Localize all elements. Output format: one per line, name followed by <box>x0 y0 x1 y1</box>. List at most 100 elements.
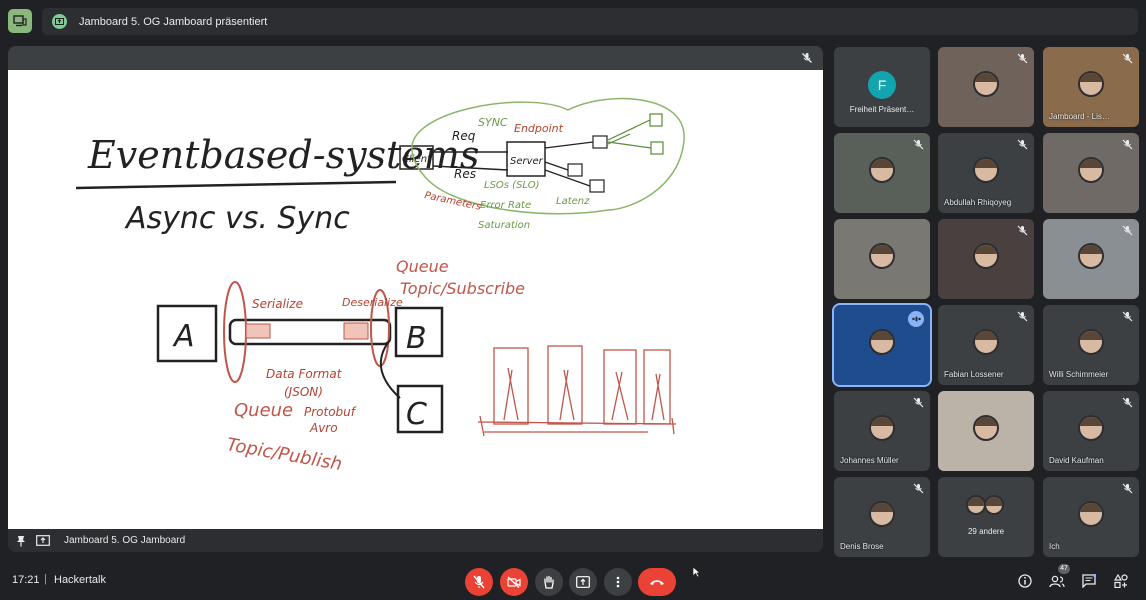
participant-tile-me[interactable]: Ich <box>1043 477 1139 557</box>
mic-muted-icon <box>913 397 924 408</box>
side-panel-button[interactable] <box>8 9 32 33</box>
mic-muted-icon <box>1122 311 1133 322</box>
participant-tile-others[interactable]: 29 andere <box>938 477 1034 557</box>
wb-box-a: A <box>172 319 195 354</box>
chat-button[interactable] <box>1080 572 1098 590</box>
raise-hand-icon <box>544 575 554 589</box>
mic-muted-icon <box>1122 139 1133 150</box>
participant-tile-abdullah[interactable]: Abdullah Rhiqoyeg <box>938 133 1034 213</box>
wb-metric-0: LSOs (SLO) <box>484 180 539 191</box>
mic-muted-icon <box>1017 311 1028 322</box>
participant-tile-david[interactable]: David Kaufman <box>1043 391 1139 471</box>
microphone-button[interactable] <box>465 568 493 596</box>
participant-name: Ich <box>1049 542 1060 551</box>
hang-up-icon <box>650 580 664 585</box>
avatar <box>869 329 895 355</box>
participant-name: Jamboard - Lis… <box>1049 112 1110 121</box>
avatar <box>973 329 999 355</box>
avatar <box>984 495 1004 515</box>
avatar <box>1078 415 1104 441</box>
participant-count-badge: 47 <box>1058 564 1070 574</box>
jamboard-whiteboard[interactable]: Eventbased-systems Async vs. Sync Client… <box>8 70 823 529</box>
more-vert-icon <box>616 576 620 588</box>
meeting-name: Hackertalk <box>54 574 106 586</box>
avatar <box>1078 501 1104 527</box>
wb-client: Client <box>402 154 432 165</box>
banner-text: Jamboard 5. OG Jamboard präsentiert <box>79 15 268 28</box>
avatar <box>966 495 986 515</box>
meet-window: Jamboard 5. OG Jamboard präsentiert Even… <box>0 0 1146 600</box>
raise-hand-button[interactable] <box>535 568 563 596</box>
leave-call-button[interactable] <box>638 568 676 596</box>
avatar <box>1078 329 1104 355</box>
participant-name: Willi Schimmeier <box>1049 370 1109 379</box>
wb-sync: SYNC <box>478 116 508 129</box>
mic-muted-icon <box>802 53 812 63</box>
avatar: F <box>868 71 896 99</box>
info-icon <box>1018 574 1032 588</box>
present-button[interactable] <box>569 568 597 596</box>
participant-tile-p10[interactable] <box>832 303 932 387</box>
wb-parameters: Parameters <box>423 190 482 213</box>
participant-tile-dennis[interactable]: Denis Brose <box>834 477 930 557</box>
bottom-bar: 17:21 | Hackertalk 47 <box>0 558 1146 600</box>
participant-name: David Kaufman <box>1049 456 1104 465</box>
wb-subtitle: Async vs. Sync <box>124 201 350 236</box>
camera-off-icon <box>507 576 521 588</box>
present-now-icon <box>576 576 590 588</box>
wb-dataformat-3: Avro <box>309 421 338 435</box>
wb-metric-3: Saturation <box>478 220 530 231</box>
people-button[interactable] <box>1048 572 1066 590</box>
avatar <box>869 501 895 527</box>
wb-box-c: C <box>406 397 427 432</box>
participant-tile-p4[interactable] <box>834 133 930 213</box>
wb-metric-2: Error Rate <box>480 200 531 211</box>
avatar <box>869 415 895 441</box>
participant-name: Denis Brose <box>840 542 884 551</box>
participant-name: Abdullah Rhiqoyeg <box>944 198 1012 207</box>
presentation-stage: Eventbased-systems Async vs. Sync Client… <box>8 46 823 552</box>
participant-tile-p7[interactable] <box>834 219 930 299</box>
present-screen-icon[interactable] <box>36 535 50 546</box>
devices-icon <box>13 15 27 27</box>
presentation-banner: Jamboard 5. OG Jamboard präsentiert <box>42 8 1138 35</box>
participant-tile-p2[interactable] <box>938 47 1034 127</box>
activities-icon <box>1114 574 1128 588</box>
participant-tile-p9[interactable] <box>1043 219 1139 299</box>
wb-box-b: B <box>406 321 427 356</box>
mic-muted-icon <box>1017 53 1028 64</box>
avatar <box>869 243 895 269</box>
avatar <box>973 415 999 441</box>
mic-muted-icon <box>1017 225 1028 236</box>
presenting-icon <box>52 14 67 29</box>
top-bar: Jamboard 5. OG Jamboard präsentiert <box>0 0 1146 44</box>
activities-button[interactable] <box>1112 572 1130 590</box>
wb-endpoint: Endpoint <box>514 122 564 135</box>
mic-muted-icon <box>1122 53 1133 64</box>
camera-button[interactable] <box>500 568 528 596</box>
wb-req: Req <box>452 129 476 143</box>
wb-queue-sub-1: Topic/Subscribe <box>400 279 525 298</box>
more-options-button[interactable] <box>604 568 632 596</box>
wb-dataformat-0: Data Format <box>266 367 343 381</box>
participant-name: Fabian Lossener <box>944 370 1004 379</box>
participant-tile-johannes[interactable]: Johannes Müller <box>834 391 930 471</box>
mic-muted-icon <box>1122 483 1133 494</box>
participant-tile-p6[interactable] <box>1043 133 1139 213</box>
wb-queue-sub-0: Queue <box>396 257 449 276</box>
mic-muted-icon <box>913 483 924 494</box>
participant-tile-p8[interactable] <box>938 219 1034 299</box>
participant-tile-p14[interactable] <box>938 391 1034 471</box>
wb-server: Server <box>510 156 544 167</box>
meeting-details-button[interactable] <box>1016 572 1034 590</box>
avatar <box>1078 71 1104 97</box>
participant-tile-jamboard-lis[interactable]: Jamboard - Lis… <box>1043 47 1139 127</box>
pin-icon[interactable] <box>16 535 26 547</box>
participant-tile-fabian[interactable]: Fabian Lossener <box>938 305 1034 385</box>
meeting-time: 17:21 <box>12 574 40 586</box>
wb-deserialize: Deserialize <box>342 296 403 309</box>
participant-tile-freiheit[interactable]: F Freiheit Präsent… <box>834 47 930 127</box>
participant-name: Johannes Müller <box>840 456 899 465</box>
avatar <box>973 243 999 269</box>
participant-tile-willi[interactable]: Willi Schimmeier <box>1043 305 1139 385</box>
